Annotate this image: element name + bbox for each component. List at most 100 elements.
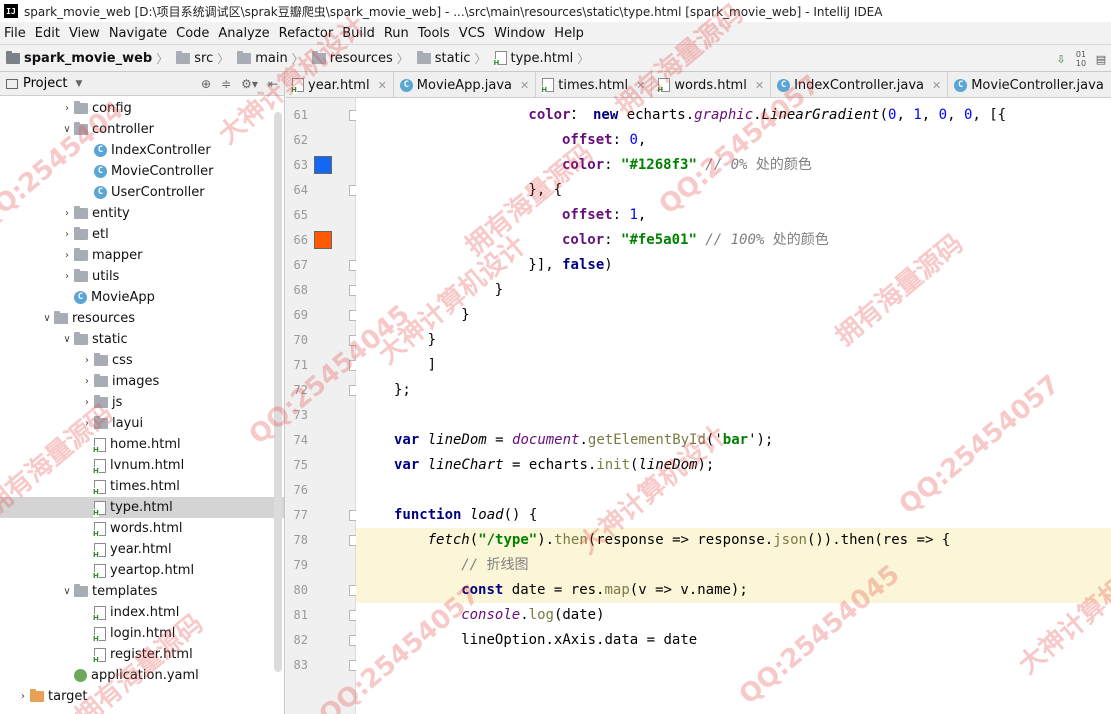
locate-icon[interactable]: ⊕ [201, 77, 211, 91]
tree-item[interactable]: ∨ resources [0, 308, 284, 329]
editor-tab[interactable]: year.html ✕ [286, 72, 394, 97]
project-panel-title[interactable]: Project [23, 76, 67, 91]
editor-tab[interactable]: times.html ✕ [536, 72, 653, 97]
tree-item[interactable]: › js [0, 392, 284, 413]
tree-item[interactable]: › etl [0, 224, 284, 245]
chevron-down-icon[interactable]: ▼ [75, 79, 82, 89]
chevron-right-icon[interactable]: › [60, 271, 74, 282]
menu-item-navigate[interactable]: Navigate [105, 26, 172, 41]
tree-item[interactable]: › images [0, 371, 284, 392]
tree-item[interactable]: application.yaml [0, 665, 284, 686]
menu-item-view[interactable]: View [65, 26, 105, 41]
project-panel: Project ▼ ⊕ ≑ ⚙▾ ⇤ › config ∨ controller C In… [0, 72, 285, 714]
chevron-right-icon[interactable]: › [80, 418, 94, 429]
menu-item-build[interactable]: Build [338, 26, 380, 41]
line-number: 62 [293, 133, 308, 147]
menu-item-code[interactable]: Code [172, 26, 214, 41]
editor-tab[interactable]: C IndexController.java ✕ [771, 72, 949, 97]
tree-item[interactable]: ∨ static [0, 329, 284, 350]
breadcrumb-resources[interactable]: resources [306, 50, 395, 66]
tree-item[interactable]: › mapper [0, 245, 284, 266]
collapse-icon[interactable]: ≑ [221, 77, 231, 91]
chevron-right-icon[interactable]: › [80, 376, 94, 387]
code-token: lineOption.xAxis.data = date [461, 632, 698, 648]
chevron-right-icon[interactable]: › [80, 355, 94, 366]
menu-item-edit[interactable]: Edit [31, 26, 65, 41]
tree-item[interactable]: ∨ controller [0, 119, 284, 140]
editor-tab[interactable]: CMovieController.java✕ [948, 72, 1111, 97]
tree-item[interactable]: › utils [0, 266, 284, 287]
tree-item[interactable]: yeartop.html [0, 560, 284, 581]
code-token: (date) [553, 607, 605, 623]
breadcrumb-main[interactable]: main [231, 50, 289, 66]
editor-tab[interactable]: C MovieApp.java ✕ [394, 72, 537, 97]
menu-item-run[interactable]: Run [380, 26, 414, 41]
tree-item[interactable]: words.html [0, 518, 284, 539]
close-icon[interactable]: ✕ [378, 79, 387, 92]
menu-item-window[interactable]: Window [490, 26, 550, 41]
color-swatch[interactable] [314, 231, 332, 249]
tree-item[interactable]: › css [0, 350, 284, 371]
code-token: , [637, 132, 647, 148]
code-token: // 0% [696, 157, 756, 173]
breadcrumb-static[interactable]: static [411, 50, 473, 66]
tree-item[interactable]: C MovieApp [0, 287, 284, 308]
breadcrumb-type-html[interactable]: type.html [489, 51, 576, 67]
tree-item[interactable]: › layui [0, 413, 284, 434]
close-icon[interactable]: ✕ [520, 79, 529, 92]
tree-item[interactable]: ∨ templates [0, 581, 284, 602]
tree-scrollbar[interactable] [274, 112, 282, 672]
chevron-right-icon[interactable]: › [80, 397, 94, 408]
line-number: 79 [293, 558, 308, 572]
close-icon[interactable]: ✕ [932, 79, 941, 92]
chevron-right-icon[interactable]: › [60, 208, 74, 219]
tree-item[interactable]: year.html [0, 539, 284, 560]
menu-item-file[interactable]: File [0, 26, 31, 41]
tree-item[interactable]: C MovieController [0, 161, 284, 182]
binary-icon[interactable]: 01 10 [1071, 50, 1091, 68]
tree-item[interactable]: home.html [0, 434, 284, 455]
hide-icon[interactable]: ⇤ [268, 77, 278, 91]
code-token: map [604, 582, 630, 598]
menu-item-help[interactable]: Help [550, 26, 589, 41]
tree-item-label: static [92, 332, 128, 347]
tree-item[interactable]: type.html [0, 497, 284, 518]
tree-item[interactable]: › config [0, 98, 284, 119]
code-token: 1 [913, 107, 922, 123]
close-icon[interactable]: ✕ [636, 79, 645, 92]
chevron-right-icon[interactable]: › [60, 229, 74, 240]
breadcrumb-src[interactable]: src [170, 50, 215, 66]
tree-item[interactable]: C UserController [0, 182, 284, 203]
chevron-right-icon[interactable]: › [60, 103, 74, 114]
menu-item-refactor[interactable]: Refactor [275, 26, 339, 41]
breadcrumb-project[interactable]: spark_movie_web [0, 50, 154, 66]
menu-item-analyze[interactable]: Analyze [214, 26, 274, 41]
chevron-right-icon[interactable]: › [16, 691, 30, 702]
panel-tools: ⊕ ≑ ⚙▾ ⇤ [201, 72, 278, 96]
list-icon[interactable]: ▤ [1091, 53, 1111, 66]
chevron-down-icon[interactable]: ∨ [60, 124, 74, 135]
chevron-down-icon[interactable]: ∨ [60, 586, 74, 597]
tree-item[interactable]: lvnum.html [0, 455, 284, 476]
tree-item[interactable]: register.html [0, 644, 284, 665]
code-line: var lineChart = echarts.init(lineDom); [356, 453, 1111, 478]
menu-item-vcs[interactable]: VCS [455, 26, 490, 41]
gear-icon[interactable]: ⚙▾ [241, 77, 258, 91]
tree-item[interactable]: C IndexController [0, 140, 284, 161]
code-area[interactable]: color： new echarts.graphic.LinearGradien… [356, 98, 1111, 714]
line-number: 81 [293, 608, 308, 622]
editor-tab[interactable]: words.html ✕ [652, 72, 772, 97]
tree-item[interactable]: login.html [0, 623, 284, 644]
chevron-down-icon[interactable]: ∨ [60, 334, 74, 345]
chevron-down-icon[interactable]: ∨ [40, 313, 54, 324]
tree-item[interactable]: › target [0, 686, 284, 707]
chevron-right-icon[interactable]: › [60, 250, 74, 261]
close-icon[interactable]: ✕ [755, 79, 764, 92]
tree-item[interactable]: index.html [0, 602, 284, 623]
sort-icon[interactable]: ⇩ [1051, 53, 1071, 66]
color-swatch[interactable] [314, 156, 332, 174]
tree-item[interactable]: times.html [0, 476, 284, 497]
tree-item[interactable]: › entity [0, 203, 284, 224]
menu-item-tools[interactable]: Tools [414, 26, 455, 41]
